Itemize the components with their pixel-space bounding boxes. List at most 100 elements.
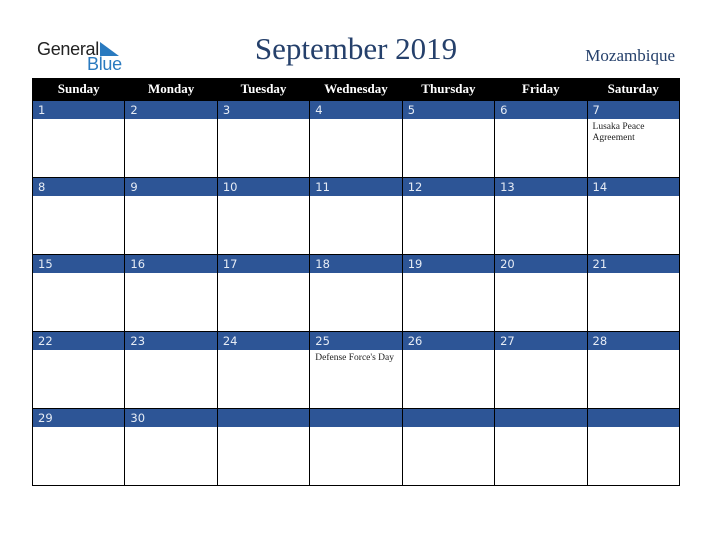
day-cell[interactable]: 9 — [124, 177, 218, 255]
holiday-event — [495, 427, 586, 430]
day-number: 15 — [33, 255, 125, 273]
day-number: 20 — [495, 255, 587, 273]
holiday-event — [218, 350, 309, 353]
holiday-event — [495, 273, 586, 276]
day-number: 29 — [33, 409, 125, 427]
day-cell[interactable]: 21 — [586, 254, 681, 332]
day-cell[interactable]: 4 — [309, 100, 403, 178]
day-number: 16 — [125, 255, 217, 273]
day-cell[interactable]: 13 — [494, 177, 588, 255]
holiday-event — [125, 350, 216, 353]
day-cell[interactable]: 5 — [401, 100, 496, 178]
day-cell[interactable]: 15 — [31, 254, 126, 332]
day-number: 7 — [587, 101, 679, 119]
holiday-event: Lusaka Peace Agreement — [592, 122, 645, 143]
day-number: 12 — [402, 178, 495, 196]
holiday-event — [125, 119, 216, 122]
day-cell[interactable]: 7 Lusaka Peace Agreement — [586, 100, 681, 178]
day-cell[interactable]: 17 — [216, 254, 311, 332]
day-cell[interactable]: 27 — [494, 331, 588, 409]
holiday-event — [310, 427, 401, 430]
weekday-monday: Monday — [124, 78, 218, 101]
day-cell[interactable]: 23 — [124, 331, 218, 409]
day-number: 5 — [402, 101, 495, 119]
holiday-event — [588, 196, 679, 199]
holiday-event — [33, 273, 124, 276]
week-row: 15 16 17 18 19 20 21 — [31, 254, 681, 332]
weekday-thursday: Thursday — [401, 78, 496, 101]
day-number: 13 — [495, 178, 587, 196]
day-cell[interactable]: 24 — [216, 331, 311, 409]
day-number: 25 — [310, 332, 402, 350]
day-cell[interactable]: 3 — [216, 100, 311, 178]
country-label: Mozambique — [585, 46, 675, 65]
week-row: 1 2 3 4 5 6 7 Lusaka Peace Agreement — [31, 100, 681, 178]
day-cell[interactable]: 20 — [494, 254, 588, 332]
weekday-sunday: Sunday — [31, 78, 126, 101]
week-row: 29 30 — [31, 408, 681, 486]
day-cell[interactable]: 18 — [309, 254, 403, 332]
holiday-event — [33, 350, 124, 353]
holiday-event — [218, 119, 309, 122]
day-cell[interactable] — [309, 408, 403, 486]
holiday-event — [403, 196, 494, 199]
day-number: 6 — [495, 101, 587, 119]
day-cell[interactable]: 25 Defense Force's Day — [309, 331, 403, 409]
day-cell[interactable]: 11 — [309, 177, 403, 255]
weekday-tuesday: Tuesday — [216, 78, 311, 101]
holiday-event — [495, 119, 586, 122]
holiday-event — [310, 196, 401, 199]
day-number: 4 — [310, 101, 402, 119]
holiday-event — [125, 273, 216, 276]
day-cell[interactable] — [401, 408, 496, 486]
day-number: 19 — [402, 255, 495, 273]
holiday-event — [125, 196, 216, 199]
holiday-event — [33, 427, 124, 430]
day-cell[interactable] — [216, 408, 311, 486]
day-cell[interactable]: 14 — [586, 177, 681, 255]
day-cell[interactable]: 30 — [124, 408, 218, 486]
day-number: 21 — [587, 255, 679, 273]
day-cell[interactable]: 16 — [124, 254, 218, 332]
day-number — [587, 409, 679, 427]
holiday-event — [403, 350, 494, 353]
weekday-wednesday: Wednesday — [309, 78, 403, 101]
holiday-event — [218, 196, 309, 199]
day-cell[interactable]: 10 — [216, 177, 311, 255]
holiday-event — [495, 350, 586, 353]
day-cell[interactable]: 28 — [586, 331, 681, 409]
day-cell[interactable]: 22 — [31, 331, 126, 409]
day-cell[interactable]: 8 — [31, 177, 126, 255]
holiday-event — [218, 273, 309, 276]
day-cell[interactable]: 1 — [31, 100, 126, 178]
day-number — [310, 409, 402, 427]
day-number — [402, 409, 495, 427]
day-cell[interactable]: 26 — [401, 331, 496, 409]
day-number: 26 — [402, 332, 495, 350]
holiday-event — [403, 119, 494, 122]
day-number: 22 — [33, 332, 125, 350]
day-cell[interactable]: 6 — [494, 100, 588, 178]
day-number: 23 — [125, 332, 217, 350]
day-cell[interactable]: 12 — [401, 177, 496, 255]
weekday-header-row: Sunday Monday Tuesday Wednesday Thursday… — [31, 78, 681, 101]
weekday-friday: Friday — [494, 78, 588, 101]
day-cell[interactable] — [586, 408, 681, 486]
day-cell[interactable]: 19 — [401, 254, 496, 332]
day-number: 27 — [495, 332, 587, 350]
calendar-grid: Sunday Monday Tuesday Wednesday Thursday… — [31, 78, 681, 486]
holiday-event — [588, 273, 679, 276]
day-cell[interactable]: 29 — [31, 408, 126, 486]
holiday-event — [403, 427, 494, 430]
holiday-event — [33, 196, 124, 199]
day-number: 17 — [217, 255, 310, 273]
day-cell[interactable] — [494, 408, 588, 486]
holiday-event — [403, 273, 494, 276]
day-number: 28 — [587, 332, 679, 350]
day-number: 11 — [310, 178, 402, 196]
holiday-event — [495, 196, 586, 199]
day-cell[interactable]: 2 — [124, 100, 218, 178]
day-number: 3 — [217, 101, 310, 119]
day-number — [217, 409, 310, 427]
day-number: 2 — [125, 101, 217, 119]
